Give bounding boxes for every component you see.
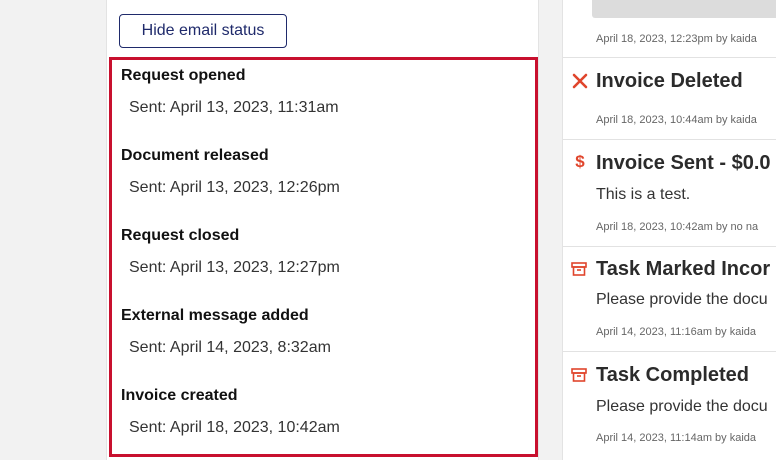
- status-sent-time: Sent: April 18, 2023, 10:42am: [129, 419, 340, 436]
- entry-meta: April 18, 2023, 12:23pm by kaida: [596, 33, 757, 45]
- entry-title: Invoice Deleted: [596, 70, 743, 92]
- status-title: Invoice created: [121, 387, 238, 404]
- entry-meta: April 18, 2023, 10:42am by no na: [596, 221, 759, 233]
- status-item-external-message-added: External message added Sent: April 14, 2…: [121, 306, 331, 358]
- activity-feed: April 18, 2023, 12:23pm by kaida Invoice…: [562, 0, 776, 460]
- status-title: Request opened: [121, 67, 246, 84]
- dollar-icon: $: [575, 152, 585, 171]
- close-x-icon: [571, 72, 589, 90]
- status-item-request-closed: Request closed Sent: April 13, 2023, 12:…: [121, 226, 340, 278]
- status-sent-time: Sent: April 13, 2023, 12:26pm: [129, 179, 340, 196]
- status-sent-time: Sent: April 13, 2023, 11:31am: [129, 99, 339, 116]
- divider: [563, 139, 776, 140]
- entry-meta: April 18, 2023, 10:44am by kaida: [596, 114, 757, 126]
- entry-title: Task Marked Incor: [596, 258, 771, 280]
- status-sent-time: Sent: April 13, 2023, 12:27pm: [129, 259, 340, 276]
- entry-body: Please provide the docu: [596, 398, 768, 415]
- entry-title: Invoice Sent - $0.0: [596, 152, 771, 174]
- archive-box-icon: [571, 261, 589, 279]
- entry-meta: April 14, 2023, 11:16am by kaida: [596, 326, 757, 338]
- entry-title: Task Completed: [596, 364, 749, 386]
- email-status-panel: Hide email status Request opened Sent: A…: [106, 0, 539, 460]
- status-item-document-released: Document released Sent: April 13, 2023, …: [121, 146, 340, 198]
- status-sent-time: Sent: April 14, 2023, 8:32am: [129, 339, 331, 356]
- entry-body: This is a test.: [596, 186, 691, 203]
- status-title: External message added: [121, 307, 309, 324]
- entry-body: Please provide the docu: [596, 291, 768, 308]
- archive-box-icon: [571, 367, 589, 385]
- divider: [563, 351, 776, 352]
- email-status-list: Request opened Sent: April 13, 2023, 11:…: [109, 57, 538, 457]
- divider: [563, 57, 776, 58]
- entry-meta: April 14, 2023, 11:14am by kaida: [596, 432, 757, 444]
- status-item-request-opened: Request opened Sent: April 13, 2023, 11:…: [121, 66, 339, 118]
- divider: [563, 246, 776, 247]
- attachment-thumbnail[interactable]: [592, 0, 776, 18]
- status-title: Document released: [121, 147, 269, 164]
- status-item-invoice-created: Invoice created Sent: April 18, 2023, 10…: [121, 386, 340, 438]
- status-title: Request closed: [121, 227, 240, 244]
- hide-email-status-button[interactable]: Hide email status: [119, 14, 287, 48]
